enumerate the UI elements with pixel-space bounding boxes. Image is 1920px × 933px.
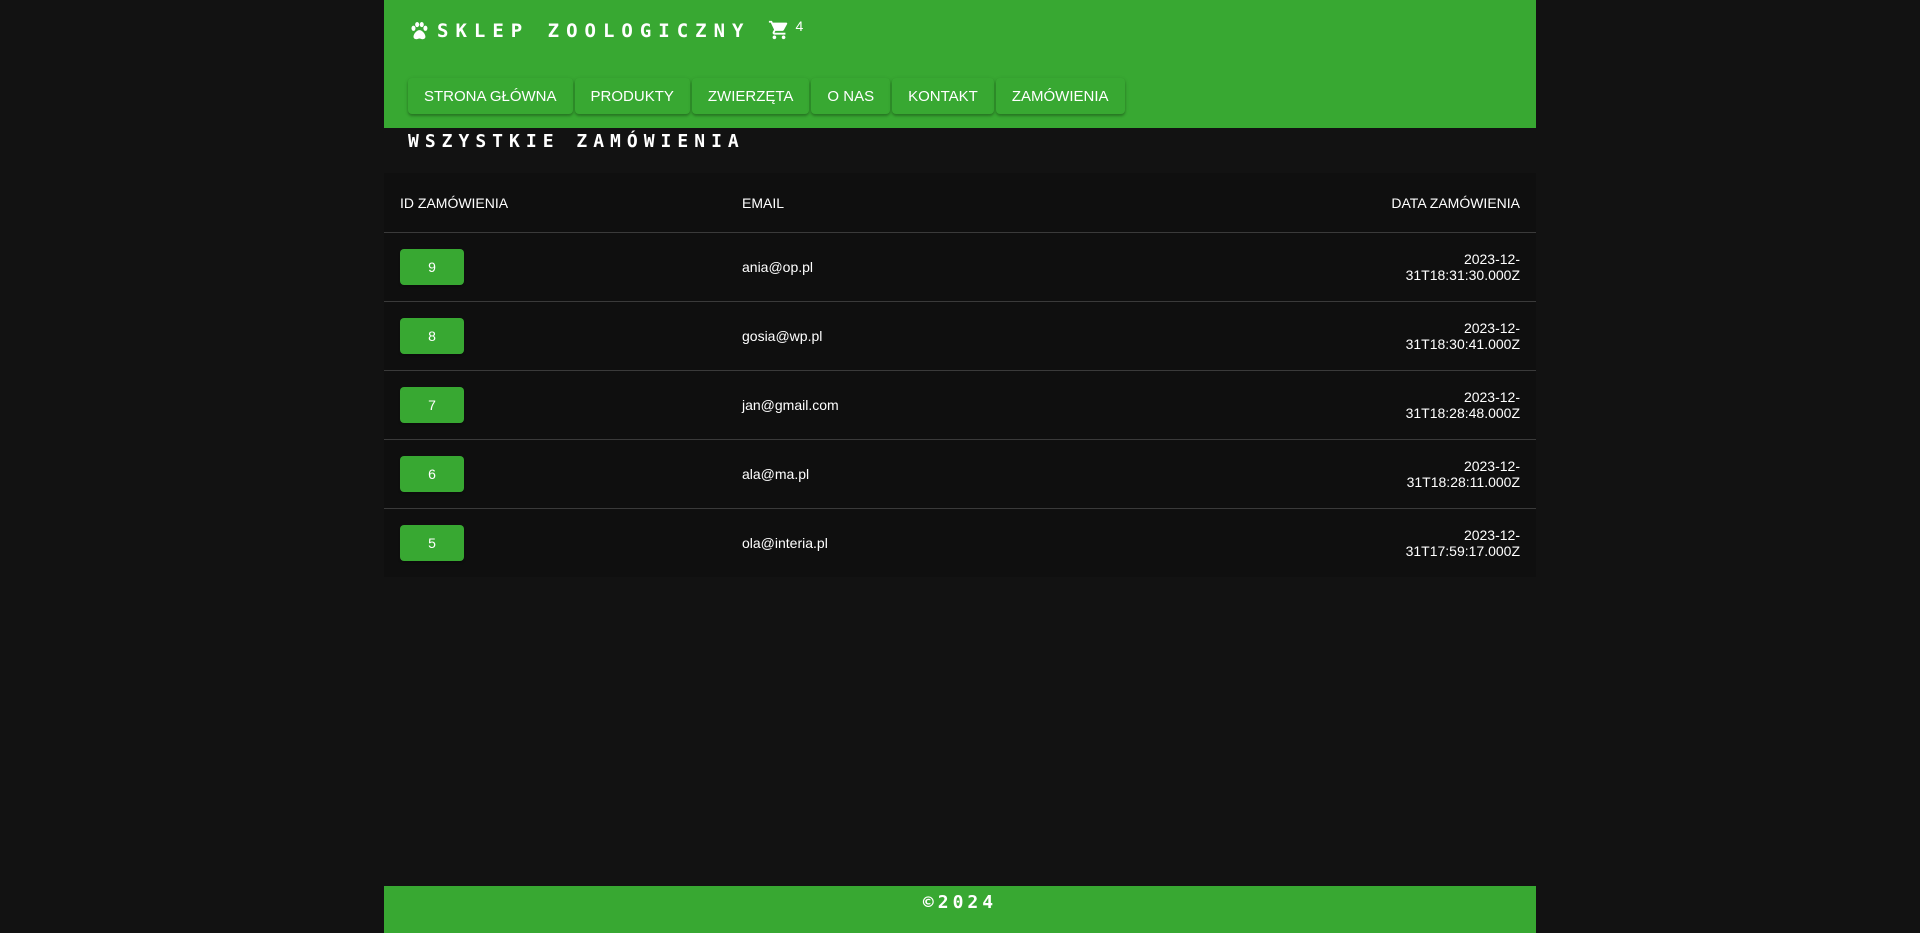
order-id-button[interactable]: 5 [400, 525, 464, 561]
order-email: ania@op.pl [726, 232, 1358, 302]
table-header-row: ID ZAMÓWIENIA EMAIL DATA ZAMÓWIENIA [384, 173, 1536, 233]
order-id-button[interactable]: 8 [400, 318, 464, 354]
order-email: gosia@wp.pl [726, 301, 1358, 371]
column-header-order-id: ID ZAMÓWIENIA [384, 173, 726, 233]
order-id-button[interactable]: 7 [400, 387, 464, 423]
order-date: 2023-12-31T18:28:11.000Z [1358, 439, 1536, 509]
nav-animals-button[interactable]: ZWIERZĘTA [691, 78, 810, 114]
page-title: WSZYSTKIE ZAMÓWIENIA [408, 131, 745, 152]
brand[interactable]: SKLEP ZOOLOGICZNY 4 [408, 18, 804, 43]
nav-products-button[interactable]: PRODUKTY [574, 78, 690, 114]
nav-contact-button[interactable]: KONTAKT [892, 78, 994, 114]
copyright-text: ©2024 [922, 892, 998, 913]
order-date: 2023-12-31T18:28:48.000Z [1358, 370, 1536, 440]
site-header: SKLEP ZOOLOGICZNY 4 STRONA GŁÓWNA PRODUK… [384, 0, 1536, 128]
nav-home-button[interactable]: STRONA GŁÓWNA [408, 78, 573, 114]
page: SKLEP ZOOLOGICZNY 4 STRONA GŁÓWNA PRODUK… [384, 0, 1536, 933]
order-date: 2023-12-31T18:30:41.000Z [1358, 301, 1536, 371]
order-date: 2023-12-31T18:31:30.000Z [1358, 232, 1536, 302]
table-row: 9 ania@op.pl 2023-12-31T18:31:30.000Z [384, 232, 1536, 302]
site-title: SKLEP ZOOLOGICZNY [437, 20, 751, 42]
column-header-order-date: DATA ZAMÓWIENIA [1358, 173, 1536, 233]
orders-table: ID ZAMÓWIENIA EMAIL DATA ZAMÓWIENIA 9 an… [384, 173, 1536, 577]
table-row: 6 ala@ma.pl 2023-12-31T18:28:11.000Z [384, 439, 1536, 509]
cart-button[interactable]: 4 [768, 18, 804, 41]
table-row: 5 ola@interia.pl 2023-12-31T17:59:17.000… [384, 509, 1536, 578]
column-header-email: EMAIL [726, 173, 1358, 233]
order-id-button[interactable]: 6 [400, 456, 464, 492]
order-email: jan@gmail.com [726, 370, 1358, 440]
paw-icon [411, 22, 428, 40]
table-row: 7 jan@gmail.com 2023-12-31T18:28:48.000Z [384, 370, 1536, 440]
site-footer: ©2024 [384, 886, 1536, 933]
nav-orders-button[interactable]: ZAMÓWIENIA [995, 78, 1125, 114]
nav-about-button[interactable]: O NAS [811, 78, 891, 114]
order-date: 2023-12-31T17:59:17.000Z [1405, 527, 1520, 559]
order-email: ola@interia.pl [742, 535, 828, 551]
cart-count-badge: 4 [795, 18, 804, 34]
main-nav: STRONA GŁÓWNA PRODUKTY ZWIERZĘTA O NAS K… [408, 78, 1125, 114]
order-email: ala@ma.pl [726, 439, 1358, 509]
table-row: 8 gosia@wp.pl 2023-12-31T18:30:41.000Z [384, 301, 1536, 371]
shopping-cart-icon [769, 20, 788, 40]
order-id-button[interactable]: 9 [400, 249, 464, 285]
